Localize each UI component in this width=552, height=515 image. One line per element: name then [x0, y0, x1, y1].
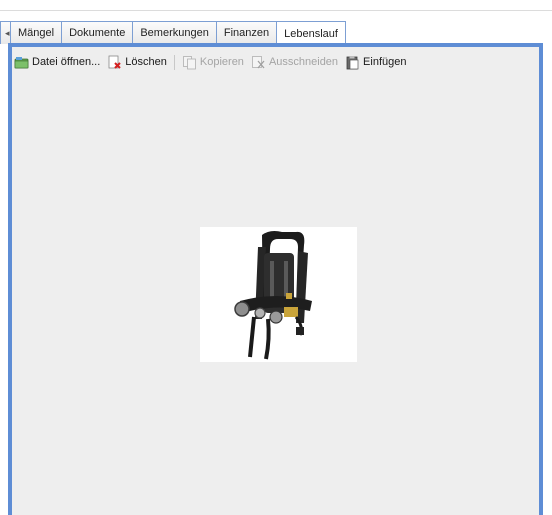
copy-button[interactable]: Kopieren — [182, 55, 244, 70]
tab-finanzen[interactable]: Finanzen — [215, 21, 278, 44]
tab-label: Mängel — [18, 27, 55, 39]
equipment-photo — [200, 227, 357, 362]
tab-label: Lebenslauf — [284, 27, 338, 40]
tab-bar: ◂ Mängel Dokumente Bemerkungen Finanzen … — [0, 21, 346, 45]
tab-label: Dokumente — [69, 27, 126, 39]
paste-icon — [345, 55, 360, 70]
copy-icon — [182, 55, 197, 70]
tab-bemerkungen[interactable]: Bemerkungen — [132, 21, 217, 44]
delete-label: Löschen — [125, 56, 167, 68]
tab-dokumente[interactable]: Dokumente — [61, 21, 134, 44]
copy-label: Kopieren — [199, 56, 244, 68]
open-file-button[interactable]: Datei öffnen... — [14, 55, 100, 70]
image-toolbar: Datei öffnen... Löschen Kopieren Ausschn… — [14, 52, 413, 72]
delete-document-icon — [107, 55, 122, 70]
cut-button[interactable]: Ausschneiden — [251, 55, 338, 70]
tab-label: Finanzen — [223, 27, 270, 39]
paste-button[interactable]: Einfügen — [345, 55, 406, 70]
tab-label: Bemerkungen — [140, 27, 209, 39]
tab-overflow-icon: ◂ — [5, 27, 10, 38]
open-folder-icon — [14, 55, 29, 70]
open-file-label: Datei öffnen... — [32, 56, 101, 68]
toolbar-separator — [173, 54, 175, 70]
paste-label: Einfügen — [363, 56, 407, 68]
cut-icon — [251, 55, 266, 70]
top-divider — [0, 10, 552, 11]
delete-button[interactable]: Löschen — [107, 55, 167, 70]
tab-lebenslauf[interactable]: Lebenslauf — [276, 21, 346, 45]
tab-maengel[interactable]: Mängel — [10, 21, 63, 44]
cut-label: Ausschneiden — [268, 56, 339, 68]
